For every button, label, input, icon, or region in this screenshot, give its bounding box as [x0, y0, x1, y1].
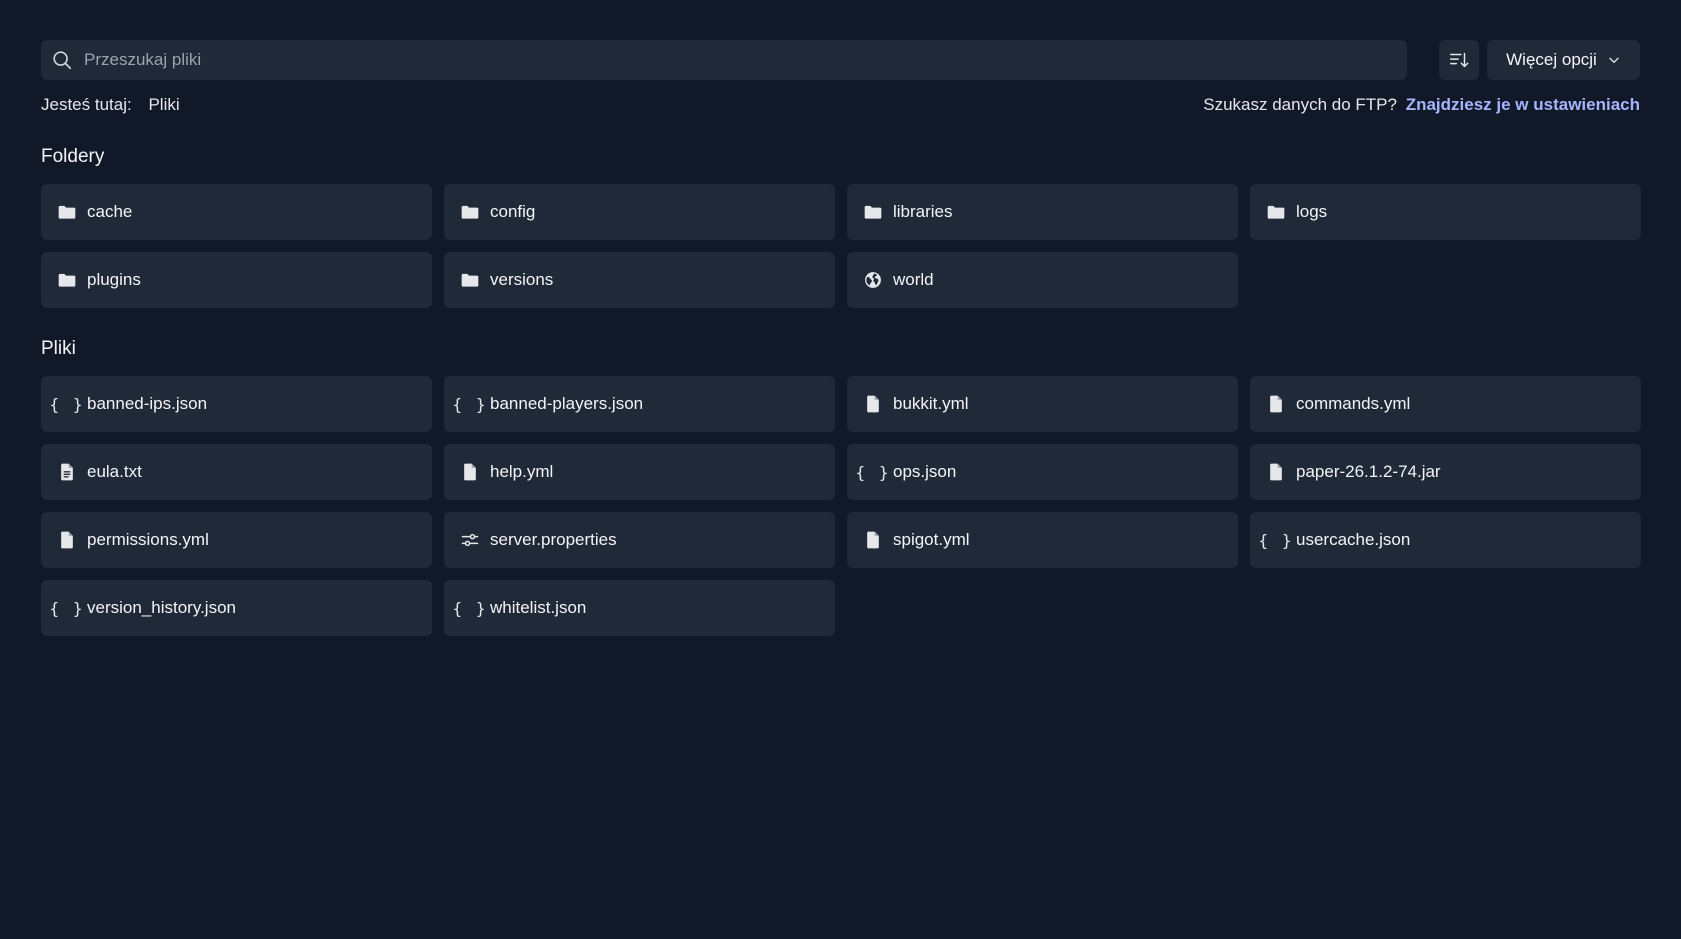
- folder-icon: [460, 270, 480, 290]
- more-options-label: Więcej opcji: [1506, 50, 1597, 69]
- json-icon: { }: [452, 598, 488, 618]
- json-icon: { }: [49, 598, 85, 618]
- ftp-hint: Szukasz danych do FTP? Znajdziesz je w u…: [1203, 95, 1640, 115]
- json-icon: { }: [452, 394, 488, 414]
- file-item[interactable]: { } banned-ips.json: [41, 376, 432, 432]
- search-input[interactable]: [82, 49, 1397, 71]
- file-item[interactable]: { } ops.json: [847, 444, 1238, 500]
- file-icon: [863, 530, 883, 550]
- sliders-icon: [460, 530, 480, 550]
- file-item[interactable]: paper-26.1.2-74.jar: [1250, 444, 1641, 500]
- file-name: usercache.json: [1296, 530, 1411, 549]
- folder-icon: [57, 270, 77, 290]
- file-item[interactable]: server.properties: [444, 512, 835, 568]
- file-name: server.properties: [490, 530, 617, 549]
- file-name: bukkit.yml: [893, 394, 969, 413]
- chevron-down-icon: [1609, 57, 1619, 63]
- more-options-button[interactable]: Więcej opcji: [1487, 40, 1640, 80]
- file-icon: [863, 394, 883, 414]
- toolbar: Więcej opcji: [41, 40, 1640, 80]
- json-icon: { }: [49, 394, 85, 414]
- file-item[interactable]: eula.txt: [41, 444, 432, 500]
- folder-name: plugins: [87, 270, 141, 289]
- folder-item[interactable]: plugins: [41, 252, 432, 308]
- folders-grid: cache config libraries logs plugins versions w…: [41, 184, 1641, 308]
- breadcrumb-current[interactable]: Pliki: [148, 95, 179, 114]
- breadcrumb: Jesteś tutaj: Pliki: [41, 95, 180, 115]
- folder-name: world: [893, 270, 934, 289]
- file-item[interactable]: bukkit.yml: [847, 376, 1238, 432]
- folder-icon: [460, 202, 480, 222]
- file-icon: [1266, 462, 1286, 482]
- file-name: banned-ips.json: [87, 394, 208, 413]
- sort-button[interactable]: [1439, 40, 1479, 80]
- folder-name: config: [490, 202, 536, 221]
- file-item[interactable]: commands.yml: [1250, 376, 1641, 432]
- json-icon: { }: [1258, 530, 1294, 550]
- file-item[interactable]: { } whitelist.json: [444, 580, 835, 636]
- file-name: spigot.yml: [893, 530, 970, 549]
- folder-name: versions: [490, 270, 554, 289]
- folders-heading: Foldery: [41, 146, 105, 167]
- file-name: commands.yml: [1296, 394, 1411, 413]
- file-item[interactable]: permissions.yml: [41, 512, 432, 568]
- folder-item[interactable]: versions: [444, 252, 835, 308]
- folder-name: logs: [1296, 202, 1328, 221]
- file-name: permissions.yml: [87, 530, 209, 549]
- ftp-settings-link[interactable]: Znajdziesz je w ustawieniach: [1406, 95, 1640, 114]
- json-icon: { }: [855, 462, 891, 482]
- folder-name: libraries: [893, 202, 953, 221]
- file-name: ops.json: [893, 462, 957, 481]
- info-bar: Jesteś tutaj: Pliki Szukasz danych do FT…: [41, 94, 1640, 116]
- folder-item[interactable]: logs: [1250, 184, 1641, 240]
- files-heading: Pliki: [41, 338, 76, 359]
- breadcrumb-prefix: Jesteś tutaj:: [41, 95, 132, 114]
- file-icon: [460, 462, 480, 482]
- file-name: whitelist.json: [490, 598, 587, 617]
- folder-icon: [1266, 202, 1286, 222]
- file-name: eula.txt: [87, 462, 142, 481]
- folder-item[interactable]: world: [847, 252, 1238, 308]
- folder-icon: [57, 202, 77, 222]
- folder-item[interactable]: libraries: [847, 184, 1238, 240]
- sort-icon: [1450, 52, 1469, 68]
- file-name: help.yml: [490, 462, 554, 481]
- ftp-question: Szukasz danych do FTP?: [1203, 95, 1397, 114]
- file-item[interactable]: { } version_history.json: [41, 580, 432, 636]
- file-item[interactable]: { } banned-players.json: [444, 376, 835, 432]
- file-manager-page: Więcej opcji Jesteś tutaj: Pliki Szukasz…: [0, 0, 1681, 939]
- text-file-icon: [57, 462, 77, 482]
- globe-icon: [863, 270, 883, 290]
- file-icon: [57, 530, 77, 550]
- folder-icon: [863, 202, 883, 222]
- file-item[interactable]: help.yml: [444, 444, 835, 500]
- file-item[interactable]: spigot.yml: [847, 512, 1238, 568]
- file-name: banned-players.json: [490, 394, 644, 413]
- folder-name: cache: [87, 202, 133, 221]
- file-name: paper-26.1.2-74.jar: [1296, 462, 1441, 481]
- file-icon: [1266, 394, 1286, 414]
- folder-item[interactable]: config: [444, 184, 835, 240]
- files-grid: { } banned-ips.json{ } banned-players.json…: [41, 376, 1641, 636]
- folder-item[interactable]: cache: [41, 184, 432, 240]
- search-icon: [53, 51, 72, 70]
- search-box[interactable]: [41, 40, 1407, 80]
- file-item[interactable]: { } usercache.json: [1250, 512, 1641, 568]
- file-name: version_history.json: [87, 598, 236, 617]
